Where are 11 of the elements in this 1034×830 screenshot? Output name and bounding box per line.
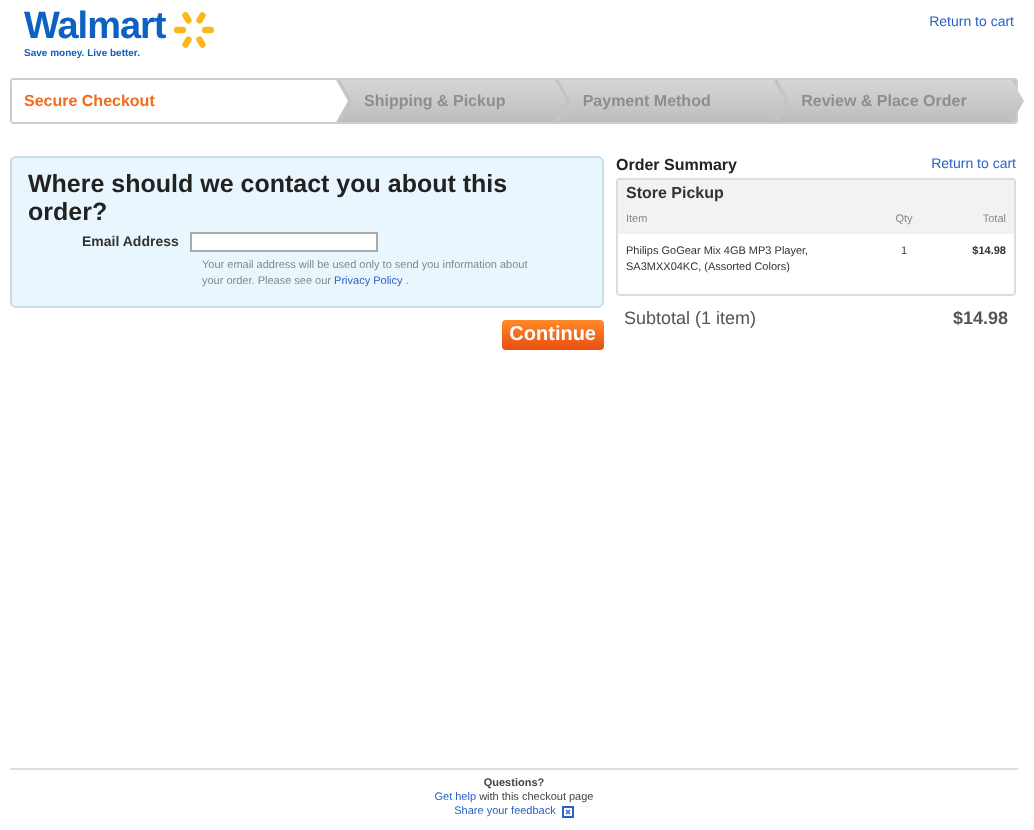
subtotal-label: Subtotal (1 item) xyxy=(624,308,757,328)
logo-wordmark: Walmart xyxy=(24,8,166,48)
checkout-step[interactable]: Secure Checkout xyxy=(12,80,349,122)
contact-heading: Where should we contact you about this order? xyxy=(28,170,510,226)
order-summary-heading: Order Summary xyxy=(616,156,737,174)
subtotal-value: $14.98 xyxy=(952,308,1008,328)
feedback-icon[interactable] xyxy=(561,806,574,818)
email-field[interactable] xyxy=(190,232,379,252)
continue-button[interactable]: Continue xyxy=(501,320,604,350)
spark-logo-icon xyxy=(171,8,216,52)
store-pickup-heading: Store Pickup xyxy=(618,180,1014,206)
